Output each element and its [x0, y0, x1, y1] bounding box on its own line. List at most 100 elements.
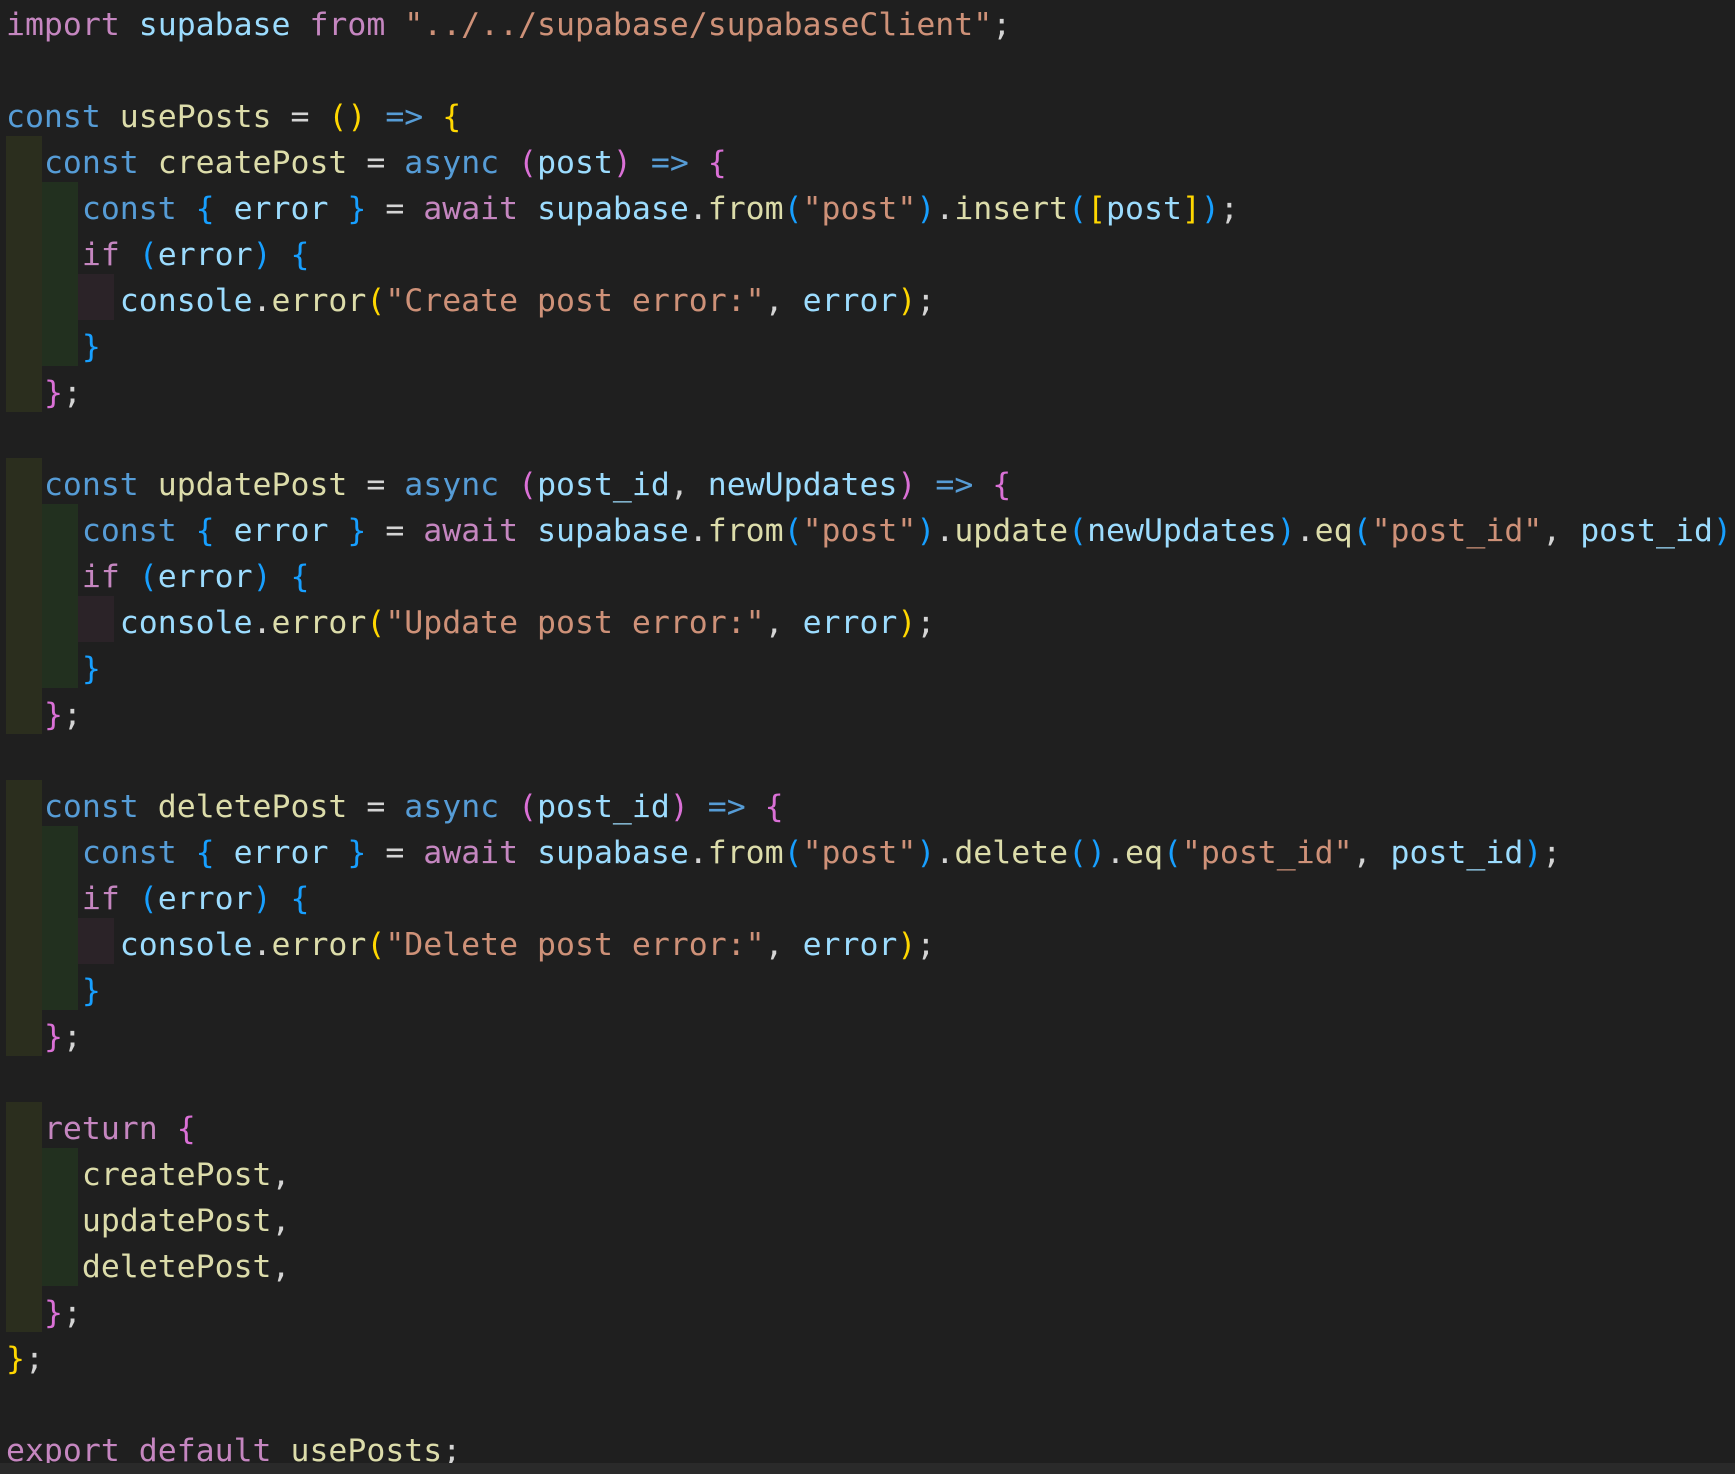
code-token: { [764, 789, 784, 825]
code-token: . [688, 513, 708, 549]
code-line[interactable]: } [6, 324, 101, 370]
code-line[interactable]: const updatePost = async (post_id, newUp… [6, 462, 1011, 508]
code-token: ) [669, 789, 689, 825]
code-token: ( [518, 789, 538, 825]
code-line[interactable]: }; [6, 1336, 44, 1382]
code-editor[interactable]: import supabase from "../../supabase/sup… [0, 0, 1735, 1474]
code-token: const [81, 513, 177, 549]
code-token: await [423, 513, 519, 549]
code-line[interactable]: createPost, [6, 1152, 291, 1198]
code-token: console [119, 283, 253, 319]
code-token: const [43, 145, 139, 181]
code-line[interactable]: deletePost, [6, 1244, 291, 1290]
code-token: { [176, 1111, 196, 1147]
code-token: async [404, 789, 500, 825]
code-token: { [195, 835, 215, 871]
code-line[interactable]: const { error } = await supabase.from("p… [6, 830, 1561, 876]
code-token: ) [252, 881, 272, 917]
code-line[interactable]: console.error("Delete post error:", erro… [6, 922, 936, 968]
code-token: post [1106, 191, 1182, 227]
code-token: "post" [802, 835, 917, 871]
code-token: newUpdates [1087, 513, 1277, 549]
code-line[interactable]: const deletePost = async (post_id) => { [6, 784, 784, 830]
code-token: , [271, 1157, 291, 1193]
code-line[interactable]: } [6, 646, 101, 692]
code-line[interactable]: return { [6, 1106, 196, 1152]
code-token: = [385, 835, 405, 871]
code-line[interactable]: updatePost, [6, 1198, 291, 1244]
code-token: updatePost [81, 1203, 272, 1239]
code-token: ( [138, 559, 158, 595]
code-token: post_id [537, 789, 670, 825]
horizontal-scrollbar[interactable] [0, 1463, 1735, 1474]
code-line[interactable]: if (error) { [6, 554, 310, 600]
code-token: ( [783, 191, 803, 227]
code-token: update [954, 513, 1069, 549]
code-token: error [233, 835, 329, 871]
code-token: . [252, 283, 272, 319]
code-token: ) [897, 927, 917, 963]
code-token: ) [897, 283, 917, 319]
code-token: = [385, 513, 405, 549]
code-token: . [252, 605, 272, 641]
code-token: ) [1712, 513, 1732, 549]
code-line[interactable]: const { error } = await supabase.from("p… [6, 508, 1735, 554]
code-token: { [290, 559, 310, 595]
code-token: error [271, 283, 367, 319]
code-token: = [366, 145, 386, 181]
code-line[interactable]: const createPost = async (post) => { [6, 140, 727, 186]
code-token: . [935, 835, 955, 871]
code-line[interactable]: if (error) { [6, 232, 310, 278]
code-token: { [442, 99, 462, 135]
code-token: supabase [537, 191, 689, 227]
code-line[interactable]: const usePosts = () => { [6, 94, 461, 140]
code-token: ) [1200, 191, 1220, 227]
code-token: . [252, 927, 272, 963]
code-token: . [1295, 513, 1315, 549]
code-token: } [43, 375, 63, 411]
code-line[interactable]: }; [6, 1290, 82, 1336]
code-line[interactable]: const { error } = await supabase.from("p… [6, 186, 1239, 232]
code-line[interactable]: console.error("Update post error:", erro… [6, 600, 936, 646]
code-token: { [707, 145, 727, 181]
code-token: { [992, 467, 1012, 503]
code-token: error [271, 927, 367, 963]
code-token: ; [24, 1341, 44, 1377]
code-token: error [157, 237, 253, 273]
code-token: ( [1352, 513, 1372, 549]
code-line[interactable]: }; [6, 1014, 82, 1060]
code-token: ; [916, 283, 936, 319]
code-line[interactable]: console.error("Create post error:", erro… [6, 278, 936, 324]
code-line[interactable]: if (error) { [6, 876, 310, 922]
code-line[interactable]: }; [6, 692, 82, 738]
code-token: ( [138, 237, 158, 273]
code-line[interactable]: } [6, 968, 101, 1014]
code-line[interactable]: }; [6, 370, 82, 416]
code-line[interactable]: import supabase from "../../supabase/sup… [6, 2, 1011, 48]
code-token: "Delete post error:" [385, 927, 765, 963]
code-token: import [6, 7, 120, 43]
code-token: , [764, 605, 784, 641]
